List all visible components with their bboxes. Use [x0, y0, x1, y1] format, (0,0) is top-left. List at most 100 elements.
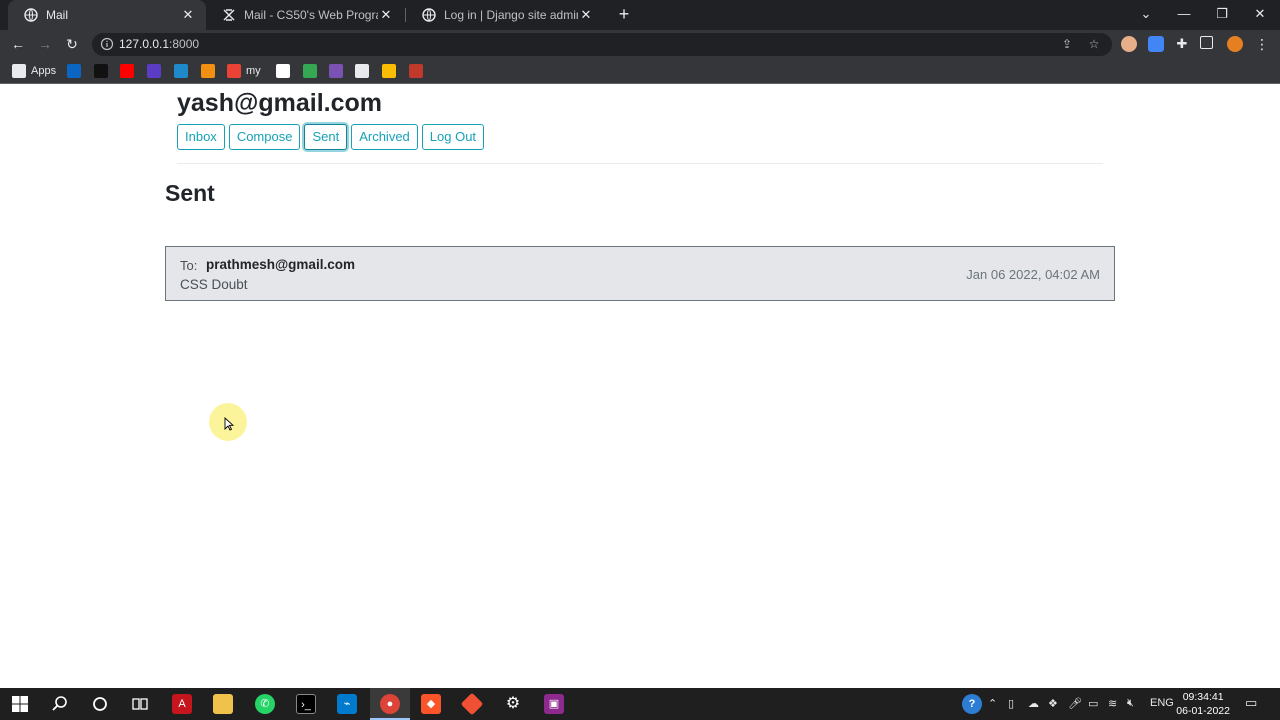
brave-icon[interactable]: ◆	[421, 694, 441, 714]
task-view-icon[interactable]	[130, 694, 150, 714]
notion-icon	[276, 64, 290, 78]
bookmark-item[interactable]	[355, 64, 369, 78]
compose-button[interactable]: Compose	[228, 124, 301, 150]
bookmark-item[interactable]: Apps	[12, 64, 56, 78]
profile-avatar[interactable]	[1227, 36, 1243, 52]
gmail-icon	[227, 64, 241, 78]
bookmark-item[interactable]	[201, 64, 215, 78]
extension-icon-2[interactable]	[1148, 36, 1164, 52]
tab-title: Mail - CS50's Web Programming	[244, 8, 378, 22]
sent-button[interactable]: Sent	[304, 124, 348, 150]
codechef-icon	[174, 64, 188, 78]
back-arrow-icon[interactable]: ←	[8, 34, 28, 54]
wifi-icon[interactable]: ≋	[1108, 697, 1117, 710]
to-label: To:	[180, 258, 198, 273]
menu-kebab-icon[interactable]: ⋮	[1254, 36, 1270, 52]
close-tab-icon[interactable]: ✕	[180, 7, 196, 23]
vscode-icon[interactable]: ⌁	[337, 694, 357, 714]
mail-nav: Inbox Compose Sent Archived Log Out	[177, 124, 485, 150]
onedrive-cloud-icon[interactable]: ☁	[1028, 697, 1039, 710]
logout-button[interactable]: Log Out	[421, 124, 485, 150]
extensions-puzzle-icon[interactable]: ✚	[1174, 36, 1190, 52]
mail-page: yash@gmail.com Inbox Compose Sent Archiv…	[0, 85, 1280, 687]
bookmarks-bar: Apps my	[0, 58, 1280, 84]
globe-icon	[24, 8, 38, 22]
email-list-item[interactable]: To: prathmesh@gmail.com CSS Doubt Jan 06…	[165, 246, 1115, 301]
clock-time: 09:34:41	[1182, 691, 1224, 703]
clock-date: 06-01-2022	[1176, 705, 1230, 717]
help-icon[interactable]: ?	[962, 694, 982, 714]
url-port: :8000	[169, 37, 200, 51]
reload-icon[interactable]: ↻	[62, 34, 82, 54]
bookmark-item[interactable]	[174, 64, 188, 78]
notifications-icon[interactable]: ▭	[1245, 695, 1257, 711]
screen-recorder-icon[interactable]: ▣	[544, 694, 564, 714]
archived-button[interactable]: Archived	[351, 124, 418, 150]
tray-icon-phone[interactable]: ▯	[1008, 697, 1014, 710]
microphone-icon[interactable]: 🎤︎	[1068, 697, 1082, 710]
close-window-button[interactable]: ✕	[1241, 0, 1279, 28]
tab-mail[interactable]: Mail ✕	[8, 0, 206, 30]
git-icon[interactable]	[460, 692, 484, 716]
windows-taskbar: A ✆ ›_ ⌁ ● ◆ ⚙ ▣ ? ⌃ ▯ ☁ ❖ 🎤︎ ▭ ≋ 🔇︎ ENG…	[0, 688, 1280, 720]
address-bar[interactable]: 127.0.0.1:8000 ⇪ ☆	[92, 33, 1112, 56]
cs50-favicon-icon	[223, 9, 235, 21]
medium-icon	[94, 64, 108, 78]
tab-cs50-mail[interactable]: Mail - CS50's Web Programming ✕	[206, 0, 404, 30]
forward-arrow-icon[interactable]: →	[35, 34, 55, 54]
user-email-heading: yash@gmail.com	[177, 89, 383, 117]
url-host: 127.0.0.1	[119, 37, 170, 51]
bookmark-item[interactable]	[147, 64, 161, 78]
restore-button[interactable]: ❐	[1203, 0, 1241, 28]
tab-django-admin[interactable]: Log in | Django site admin ✕	[406, 0, 604, 30]
bookmark-item[interactable]	[329, 64, 343, 78]
youtube-icon	[120, 64, 134, 78]
language-indicator[interactable]: ENG	[1150, 697, 1174, 709]
bookmark-item[interactable]: my	[227, 64, 261, 78]
volume-muted-icon[interactable]: 🔇︎	[1127, 697, 1134, 710]
terminal-icon[interactable]: ›_	[296, 694, 316, 714]
bookmark-item[interactable]	[276, 64, 290, 78]
tab-search-chevron-down-icon[interactable]: ⌄	[1127, 0, 1165, 28]
settings-gear-icon[interactable]: ⚙	[503, 694, 523, 714]
acrobat-icon[interactable]: A	[172, 694, 192, 714]
bookmark-item[interactable]	[303, 64, 317, 78]
email-recipient: prathmesh@gmail.com	[206, 257, 355, 272]
new-tab-button[interactable]: +	[614, 4, 634, 24]
star-bookmark-icon[interactable]: ☆	[1087, 37, 1101, 51]
bookmark-item[interactable]	[382, 64, 396, 78]
bookmark-item[interactable]	[409, 64, 423, 78]
whatsapp-icon[interactable]: ✆	[255, 694, 275, 714]
search-icon[interactable]	[50, 694, 70, 714]
url-text[interactable]: 127.0.0.1:8000	[119, 37, 199, 51]
divider	[177, 163, 1103, 164]
close-tab-icon[interactable]: ✕	[378, 7, 394, 23]
browser-toolbar: ← → ↻ 127.0.0.1:8000 ⇪ ☆ ✚ ⋮	[0, 30, 1280, 58]
chrome-icon[interactable]: ●	[380, 694, 400, 714]
bookmark-icon-7	[201, 64, 215, 78]
chevron-up-icon[interactable]: ⌃	[988, 697, 997, 710]
bookmark-item[interactable]	[67, 64, 81, 78]
minimize-button[interactable]: —	[1165, 0, 1203, 28]
apps-grid-icon	[12, 64, 26, 78]
bookmark-label: my	[246, 65, 261, 77]
windows-start-icon[interactable]	[10, 694, 30, 714]
bootstrap-icon	[329, 64, 343, 78]
system-clock[interactable]: 09:34:41 06-01-2022	[1176, 690, 1230, 718]
battery-icon[interactable]: ▭	[1088, 697, 1098, 710]
tab-title: Mail	[46, 8, 69, 22]
share-icon[interactable]: ⇪	[1060, 37, 1074, 51]
inbox-button[interactable]: Inbox	[177, 124, 225, 150]
bookmark-item[interactable]	[94, 64, 108, 78]
cs50-icon	[409, 64, 423, 78]
info-icon[interactable]	[100, 37, 114, 51]
github-icon	[355, 64, 369, 78]
bookmark-item[interactable]	[120, 64, 134, 78]
cortana-icon[interactable]	[90, 694, 110, 714]
close-tab-icon[interactable]: ✕	[578, 7, 594, 23]
extension-icon-1[interactable]	[1121, 36, 1137, 52]
dropbox-icon[interactable]: ❖	[1048, 697, 1058, 710]
side-panel-icon[interactable]	[1200, 36, 1213, 49]
file-explorer-icon[interactable]	[213, 694, 233, 714]
email-subject: CSS Doubt	[180, 277, 248, 292]
